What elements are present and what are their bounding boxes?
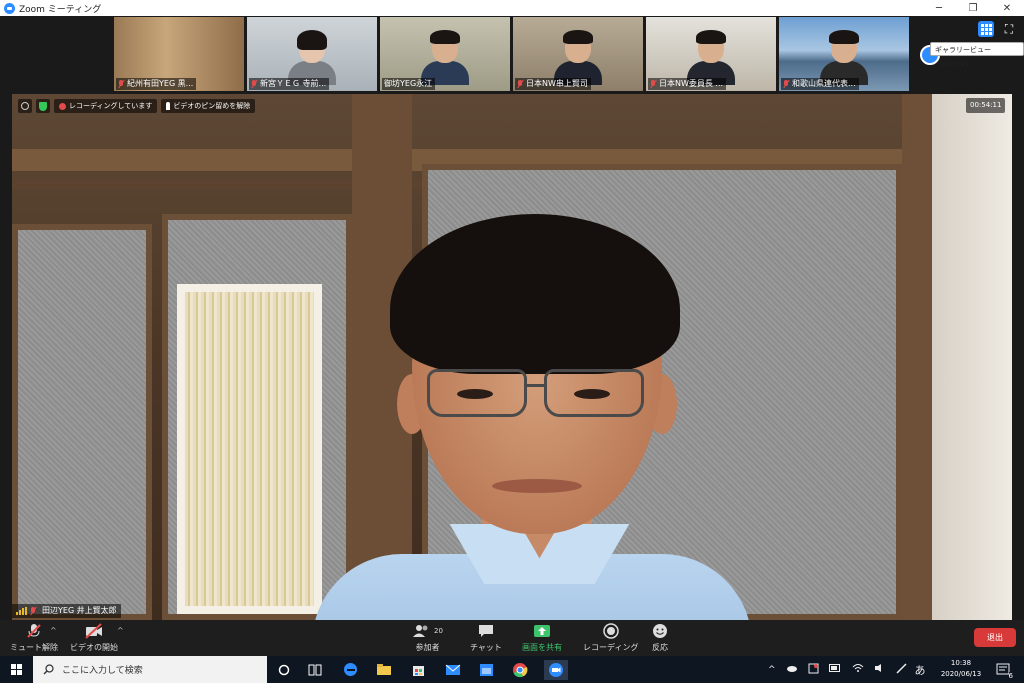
info-icon (21, 102, 29, 110)
participant-video (687, 30, 735, 85)
minimize-button[interactable]: ─ (922, 0, 956, 16)
participant-thumbnail[interactable]: 日本NW串上賢司 (513, 17, 643, 91)
participants-icon: 20 (412, 622, 443, 640)
app-tray-icon[interactable] (808, 663, 819, 677)
shield-icon (39, 101, 47, 111)
unpin-video-button[interactable]: ビデオのピン留めを解除 (161, 99, 256, 113)
recording-button[interactable]: レコーディング (583, 622, 638, 653)
edge-browser-icon[interactable] (342, 661, 359, 678)
mic-muted-icon (517, 80, 523, 88)
taskbar-search-input[interactable]: ここに入力して検索 (33, 656, 267, 683)
fullscreen-icon[interactable]: ⛶ (1001, 21, 1017, 37)
participant-name: 御坊YEG永江 (382, 78, 436, 90)
clock-time: 10:38 (950, 659, 972, 667)
mail-icon[interactable] (444, 661, 461, 678)
video-off-icon (84, 622, 104, 640)
maximize-button[interactable]: ❐ (956, 0, 990, 16)
participant-thumbnail[interactable]: 和歌山県連代表... (779, 17, 909, 91)
meeting-timer: 00:54:11 (966, 98, 1006, 113)
reactions-button[interactable]: 反応 (652, 622, 668, 653)
recording-indicator[interactable]: レコーディングしています (54, 99, 158, 113)
participant-thumbnail[interactable]: 新宮ＹＥＧ 寺前... (247, 17, 377, 91)
volume-icon[interactable] (874, 663, 886, 676)
participant-name: 紀州有田YEG 黒... (116, 78, 197, 90)
store-icon[interactable] (410, 661, 427, 678)
windows-logo-icon (10, 664, 22, 675)
signal-icon (16, 607, 27, 615)
participant-name: 新宮ＹＥＧ 寺前... (249, 78, 330, 90)
door-paper (177, 284, 322, 614)
participant-name: 日本NW串上賢司 (515, 78, 591, 90)
gallery-view-tooltip: ギャラリービュー（Alt+F2） (930, 42, 1024, 68)
meeting-info-button[interactable] (18, 99, 32, 113)
close-button[interactable]: ✕ (990, 0, 1024, 16)
participant-video (288, 30, 336, 85)
participant-video (820, 30, 868, 85)
wall (932, 94, 1012, 620)
meeting-status-bar: レコーディングしています ビデオのピン留めを解除 (18, 98, 256, 114)
ime-indicator[interactable]: あ (915, 662, 926, 678)
audio-options-caret[interactable]: ^ (50, 626, 57, 635)
network-icon[interactable] (852, 663, 864, 676)
pin-icon (166, 102, 171, 110)
battery-icon[interactable] (828, 664, 842, 675)
record-icon (602, 622, 619, 640)
participant-thumbnail[interactable]: 紀州有田YEG 黒... (114, 17, 244, 91)
record-dot-icon (59, 102, 66, 110)
security-button[interactable] (36, 99, 50, 113)
participants-count: 20 (434, 627, 443, 635)
speaker-figure (312, 214, 752, 620)
speaker-name-label: 田辺YEG 井上賢太郎 (12, 604, 121, 618)
show-hidden-icons-icon[interactable]: ^ (768, 665, 776, 675)
share-screen-icon (533, 622, 551, 640)
notification-count: 6 (1008, 672, 1013, 680)
file-explorer-icon[interactable] (375, 661, 392, 678)
taskbar-clock[interactable]: 10:38 2020/06/13 (936, 658, 986, 680)
share-screen-button[interactable]: 画面を共有 (522, 622, 562, 653)
onedrive-icon[interactable] (786, 664, 798, 675)
main-speaker-video[interactable] (12, 94, 1012, 620)
participant-name: 和歌山県連代表... (781, 78, 859, 90)
participant-thumbnail[interactable]: 御坊YEG永江 (380, 17, 510, 91)
task-view-icon[interactable] (306, 661, 323, 678)
video-options-caret[interactable]: ^ (117, 626, 124, 635)
window-titlebar: Zoom ミーティング ─ ❐ ✕ (0, 0, 1024, 16)
mic-muted-icon (783, 80, 789, 88)
participants-button[interactable]: 20 参加者 (412, 622, 443, 653)
mic-muted-icon (650, 80, 656, 88)
system-tray: ^ あ (768, 656, 926, 683)
zoom-taskbar-icon[interactable] (544, 660, 568, 680)
clock-date: 2020/06/13 (940, 670, 982, 678)
chat-icon (478, 622, 494, 640)
windows-taskbar: ここに入力して検索 ^ あ 10:38 2020/06/13 6 (0, 656, 1024, 683)
start-video-button[interactable]: ビデオの開始 (70, 622, 118, 653)
reaction-smiley-icon (652, 622, 668, 640)
cabinet-stile (902, 94, 932, 620)
participant-name: 日本NW委員長 ... (648, 78, 727, 90)
meeting-controls: ミュート解除 ^ ビデオの開始 ^ 20 参加者 チャット 画面を共有 レコーデ… (0, 620, 1024, 656)
leave-meeting-button[interactable]: 退出 (974, 628, 1016, 647)
pen-icon[interactable] (896, 662, 907, 677)
chat-button[interactable]: チャット (470, 622, 502, 653)
participant-thumbnail[interactable]: 日本NW委員長 ... (646, 17, 776, 91)
cortana-icon[interactable] (275, 661, 292, 678)
notifications-icon[interactable]: 6 (994, 661, 1013, 680)
start-button[interactable] (0, 656, 32, 683)
mic-muted-icon (251, 80, 257, 88)
zoom-app-icon (4, 2, 15, 14)
gallery-view-button[interactable] (978, 21, 994, 37)
window-controls: ─ ❐ ✕ (922, 0, 1024, 16)
chrome-icon[interactable] (511, 661, 528, 678)
window-title: Zoom ミーティング (19, 4, 102, 15)
search-icon (43, 664, 54, 675)
mic-muted-icon (26, 622, 42, 640)
mic-muted-icon (118, 80, 124, 88)
participant-video (554, 30, 602, 85)
participant-video (421, 30, 469, 85)
cabinet-panel (12, 224, 152, 620)
calendar-icon[interactable] (478, 661, 495, 678)
mic-muted-icon (30, 607, 36, 615)
